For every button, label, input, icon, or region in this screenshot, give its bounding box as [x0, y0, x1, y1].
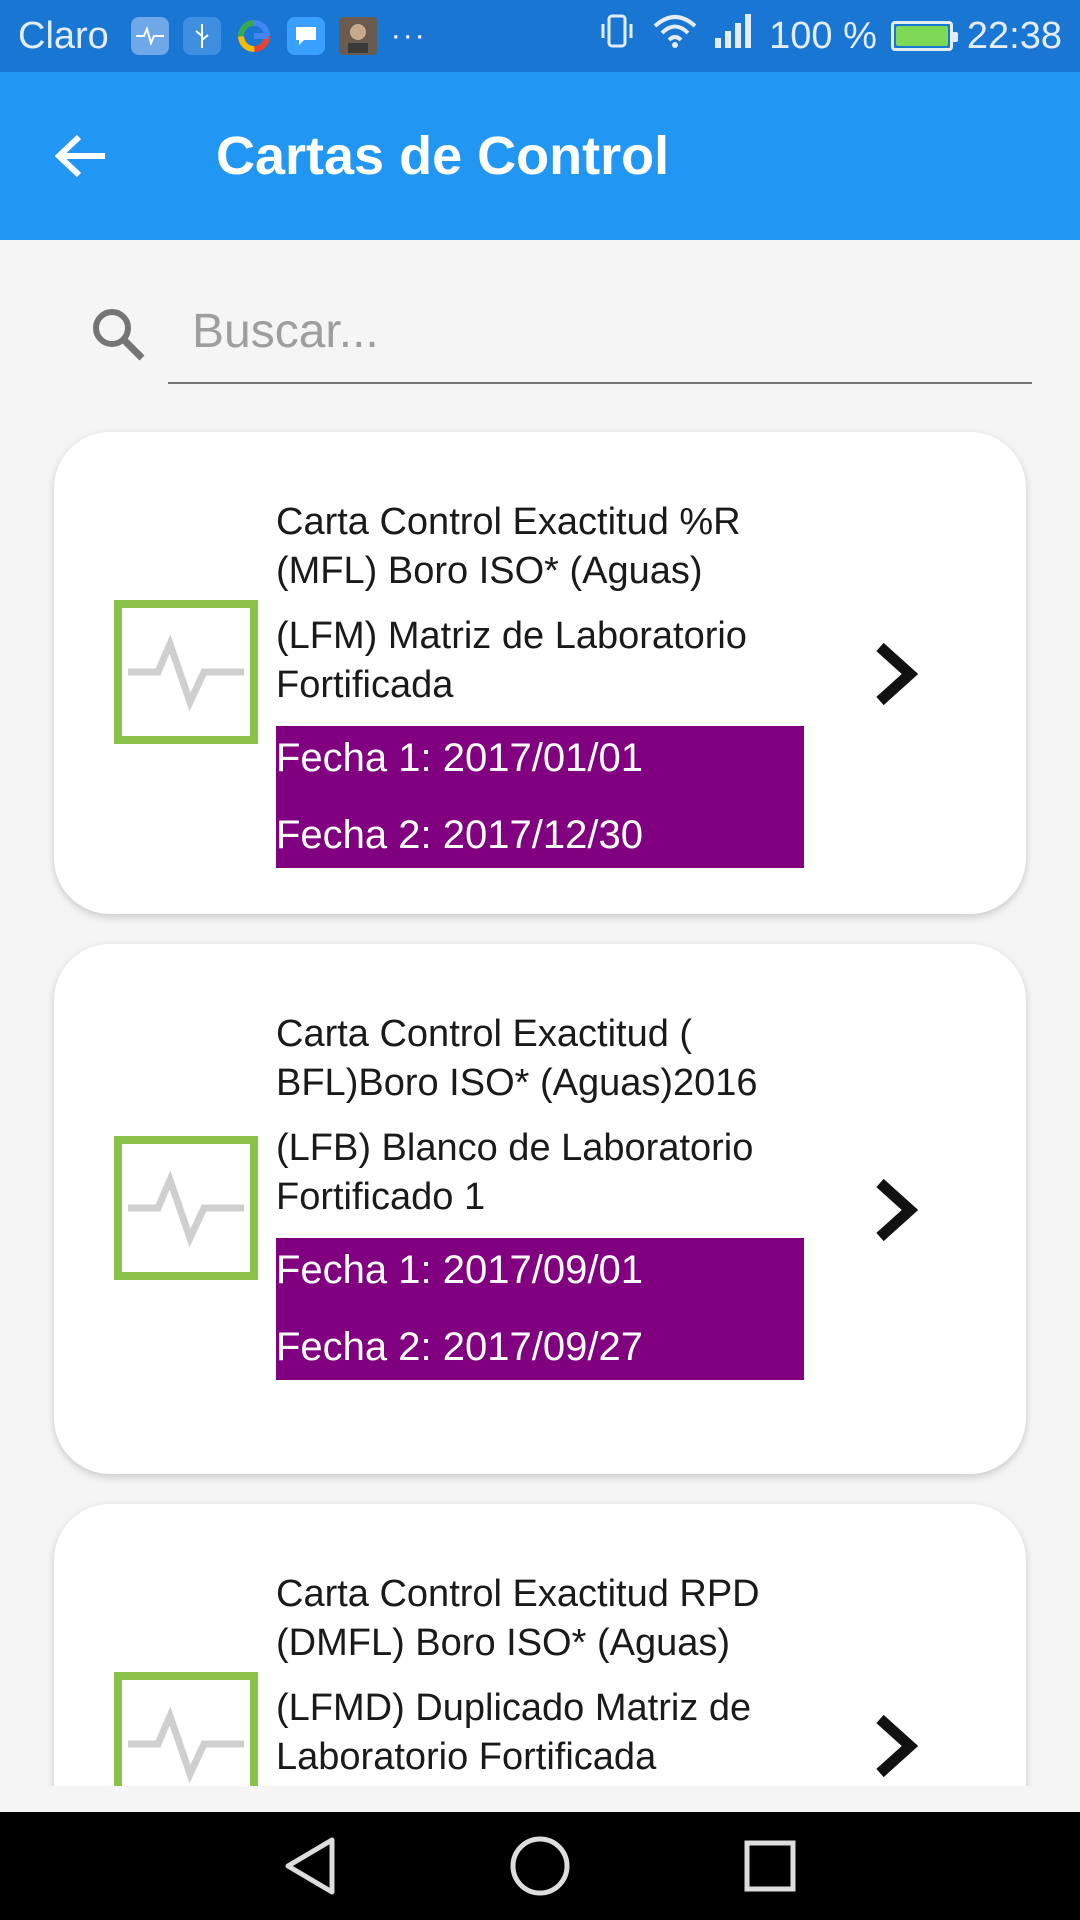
home-circle-icon[interactable]	[500, 1826, 580, 1906]
battery-percent: 100 %	[769, 14, 877, 57]
wifi-icon	[651, 12, 699, 60]
avatar-icon	[338, 17, 377, 55]
pulse-icon	[130, 17, 169, 55]
chart-list: Carta Control Exactitud %R (MFL) Boro IS…	[0, 400, 1080, 1786]
status-bar: Claro ··· 100 % 22:38	[0, 0, 1080, 72]
back-button[interactable]	[34, 108, 130, 204]
back-triangle-icon[interactable]	[270, 1826, 350, 1906]
vibrate-icon	[597, 12, 637, 60]
card-body: Carta Control Exactitud RPD (DMFL) Boro …	[276, 1570, 804, 1782]
list-item[interactable]: Carta Control Exactitud %R (MFL) Boro IS…	[54, 432, 1026, 914]
chart-thumbnail-icon	[114, 1136, 258, 1280]
chart-thumbnail-icon	[114, 600, 258, 744]
chevron-right-icon[interactable]	[866, 1706, 926, 1786]
battery-icon	[890, 21, 958, 51]
usb-icon	[182, 17, 221, 55]
status-right: 100 % 22:38	[597, 12, 1062, 60]
date-1: Fecha 1: 2017/01/01	[276, 736, 643, 780]
signal-icon	[713, 12, 755, 60]
chevron-right-icon[interactable]	[866, 634, 926, 714]
list-item[interactable]: Carta Control Exactitud RPD (DMFL) Boro …	[54, 1504, 1026, 1786]
list-item[interactable]: Carta Control Exactitud ( BFL)Boro ISO* …	[54, 944, 1026, 1474]
more-notifications-icon: ···	[390, 19, 427, 52]
chat-icon	[286, 17, 325, 55]
system-nav-bar	[0, 1812, 1080, 1920]
date-band: Fecha 1: 2017/01/01 Fecha 2: 2017/12/30	[276, 726, 804, 868]
search-input[interactable]	[168, 280, 1032, 384]
card-body: Carta Control Exactitud %R (MFL) Boro IS…	[276, 498, 804, 868]
card-body: Carta Control Exactitud ( BFL)Boro ISO* …	[276, 1010, 804, 1380]
chart-thumbnail-icon	[114, 1672, 258, 1786]
card-subtitle: (LFMD) Duplicado Matriz de Laboratorio F…	[276, 1687, 752, 1778]
card-title: Carta Control Exactitud ( BFL)Boro ISO* …	[276, 1013, 758, 1104]
google-icon	[235, 17, 273, 55]
date-2: Fecha 2: 2017/12/30	[276, 813, 643, 857]
card-subtitle: (LFM) Matriz de Laboratorio Fortificada	[276, 615, 747, 706]
status-left: Claro ···	[18, 15, 427, 58]
date-2: Fecha 2: 2017/09/27	[276, 1325, 643, 1369]
page-title: Cartas de Control	[216, 126, 670, 186]
chevron-right-icon[interactable]	[866, 1170, 926, 1250]
battery-level	[895, 26, 948, 46]
search-bar	[0, 240, 1080, 400]
card-title: Carta Control Exactitud RPD (DMFL) Boro …	[276, 1573, 760, 1664]
card-title: Carta Control Exactitud %R (MFL) Boro IS…	[276, 501, 741, 592]
date-band: Fecha 1: 2017/09/01 Fecha 2: 2017/09/27	[276, 1238, 804, 1380]
recents-square-icon[interactable]	[730, 1826, 810, 1906]
search-icon	[93, 309, 145, 361]
carrier-name: Claro	[18, 14, 109, 57]
date-1: Fecha 1: 2017/09/01	[276, 1248, 643, 1292]
arrow-left-icon	[55, 134, 105, 178]
clock: 22:38	[966, 14, 1062, 57]
card-subtitle: (LFB) Blanco de Laboratorio Fortificado …	[276, 1127, 754, 1218]
app-bar: Cartas de Control	[0, 72, 1080, 240]
